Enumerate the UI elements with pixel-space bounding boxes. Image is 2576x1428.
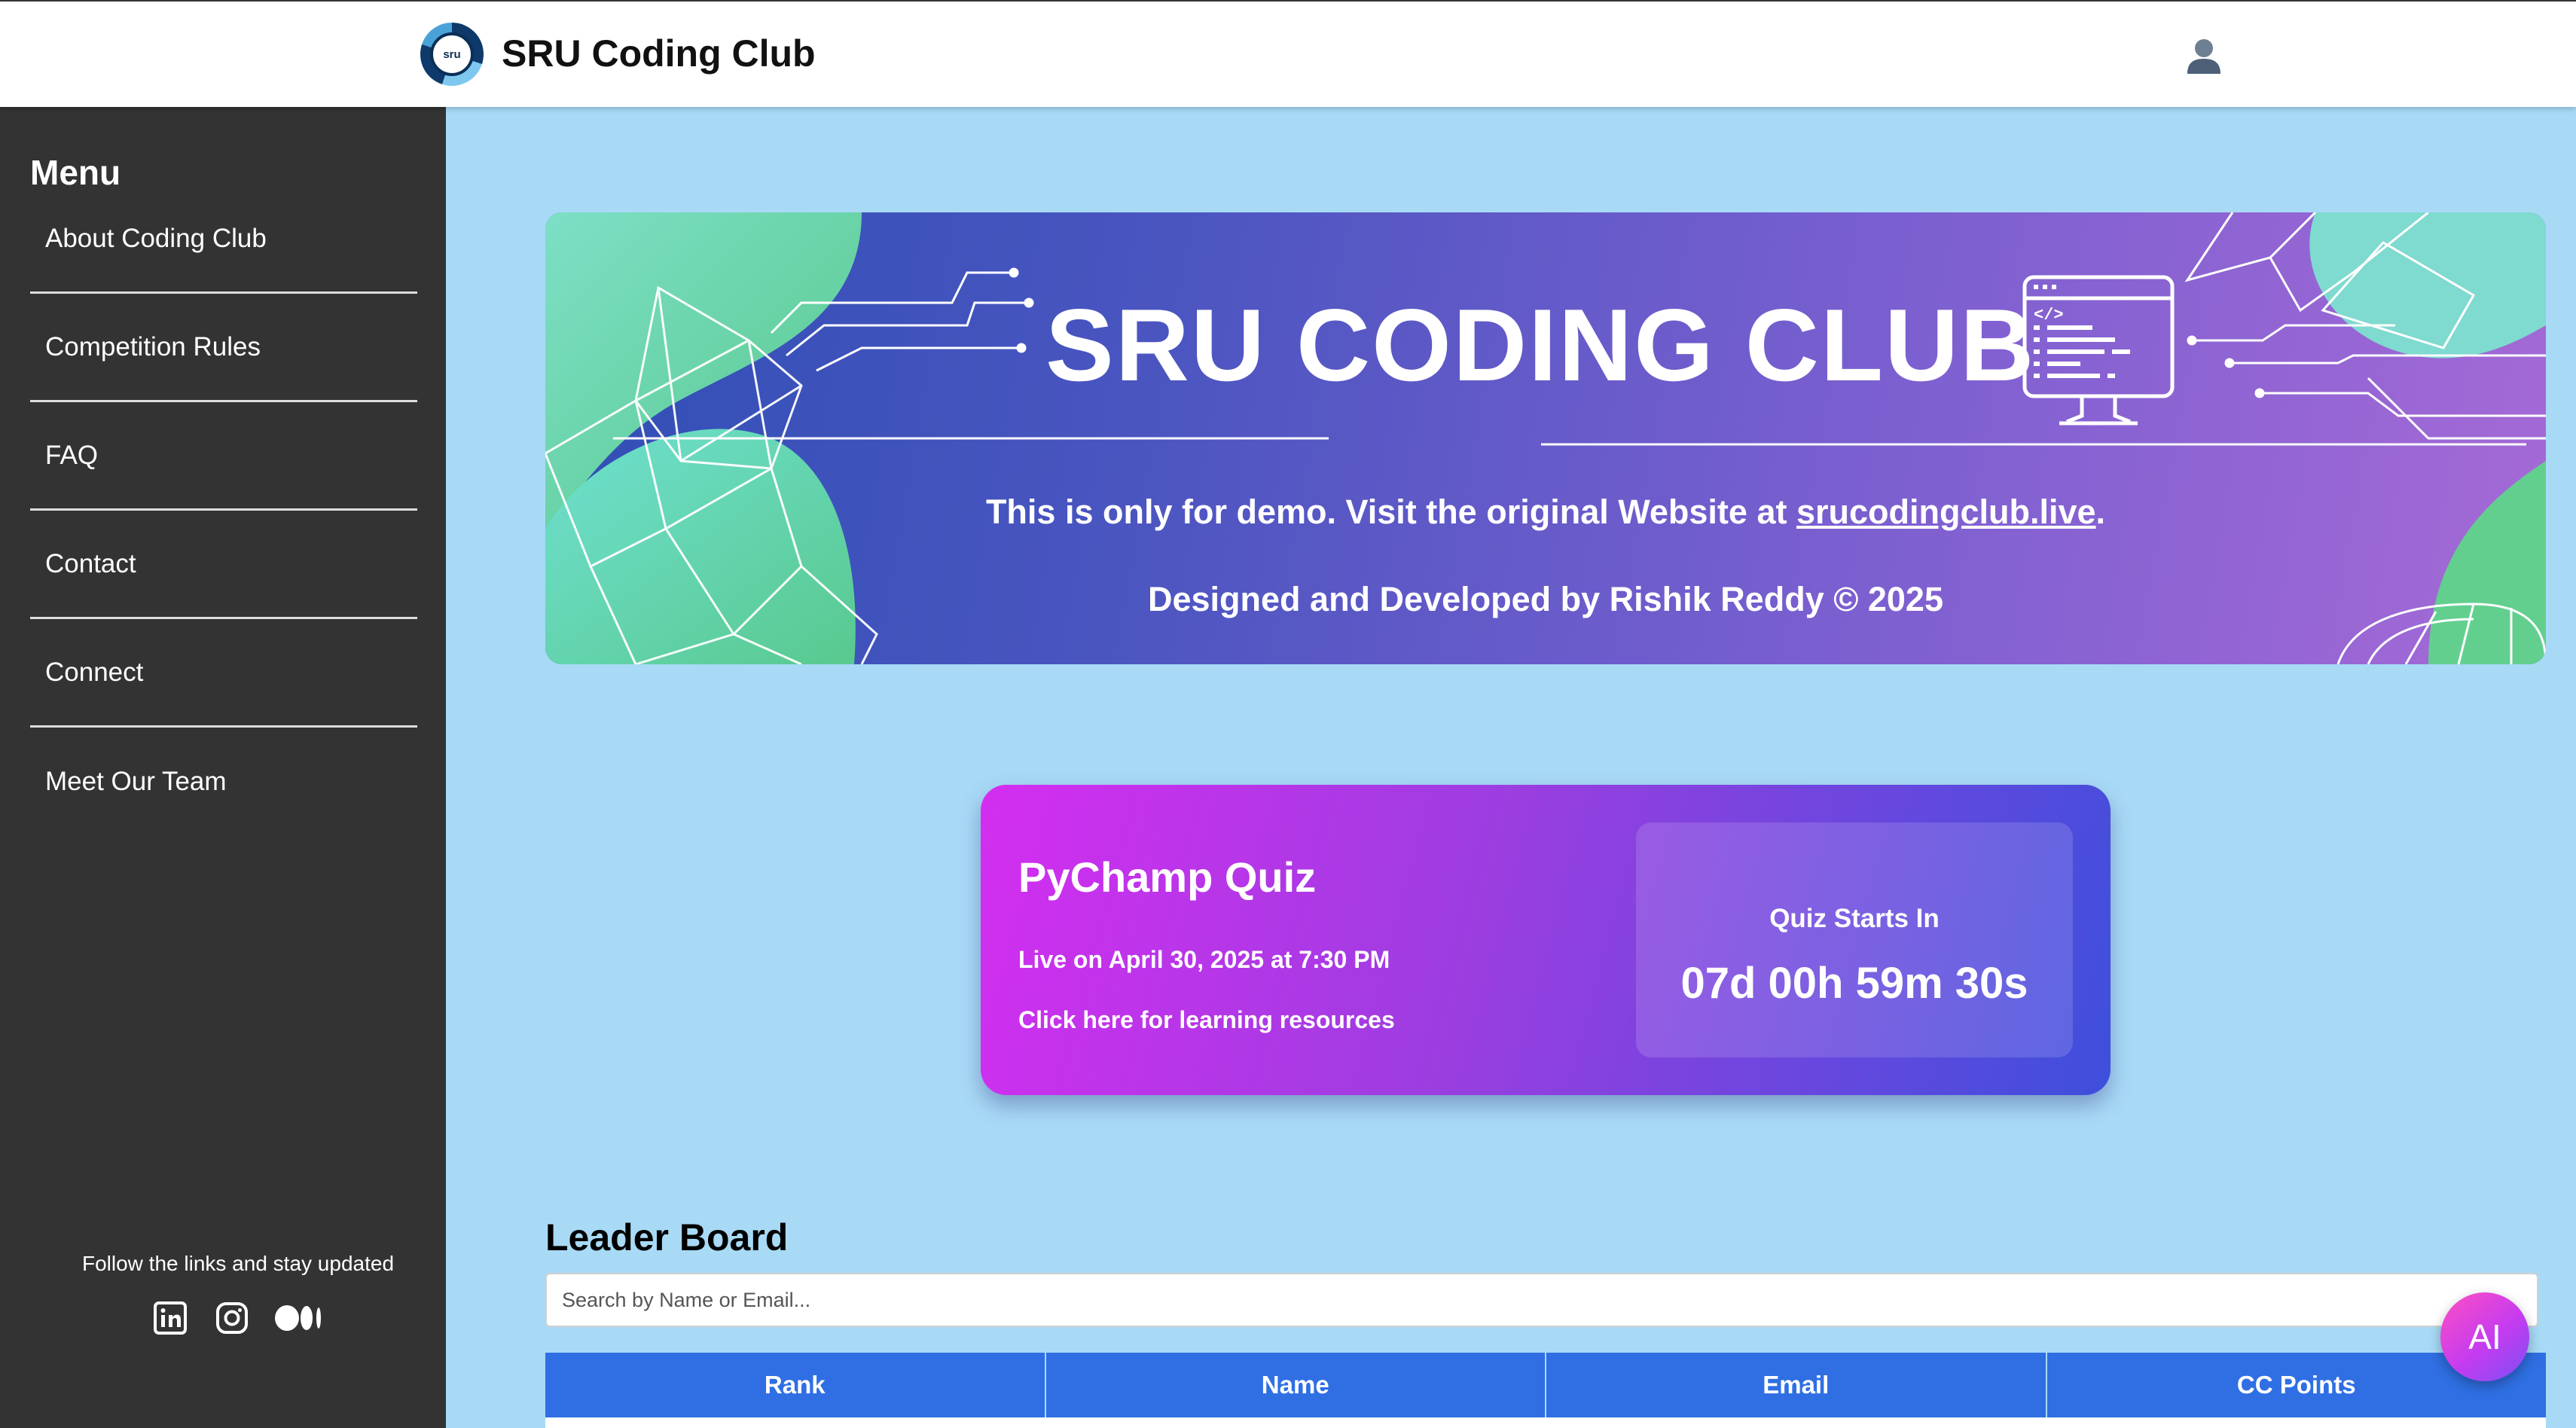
column-header-name[interactable]: Name bbox=[1045, 1353, 1546, 1417]
quiz-title: PyChamp Quiz bbox=[1018, 853, 1317, 901]
countdown-label: Quiz Starts In bbox=[1769, 904, 1940, 933]
original-website-link[interactable]: srucodingclub.live bbox=[1796, 493, 2096, 531]
logo-text: sru bbox=[430, 32, 474, 76]
banner-demo-text: This is only for demo. Visit the origina… bbox=[985, 493, 1796, 531]
banner-title: SRU CODING CLUB bbox=[1045, 288, 2036, 402]
sidebar-item-meet-our-team[interactable]: Meet Our Team bbox=[30, 728, 417, 836]
quiz-date: Live on April 30, 2025 at 7:30 PM bbox=[1018, 946, 1390, 973]
svg-text:</>: </> bbox=[2034, 306, 2064, 325]
leaderboard-title: Leader Board bbox=[545, 1216, 789, 1259]
column-header-rank[interactable]: Rank bbox=[545, 1353, 1046, 1417]
linkedin-icon[interactable] bbox=[151, 1298, 190, 1338]
table-row bbox=[545, 1417, 2546, 1428]
learning-resources-link[interactable]: Click here for learning resources bbox=[1018, 1006, 1395, 1034]
quiz-countdown: Quiz Starts In 07d 00h 59m 30s bbox=[1636, 822, 2073, 1057]
leaderboard-search-input[interactable] bbox=[545, 1273, 2538, 1327]
site-title[interactable]: SRU Coding Club bbox=[502, 32, 816, 75]
sidebar-item-connect[interactable]: Connect bbox=[30, 619, 417, 728]
sidebar-item-contact[interactable]: Contact bbox=[30, 511, 417, 619]
top-navbar: sru SRU Coding Club bbox=[0, 0, 2576, 107]
column-header-email[interactable]: Email bbox=[1546, 1353, 2047, 1417]
hero-banner: </> SRU CODING CLUB This is only for dem… bbox=[545, 212, 2546, 664]
follow-text: Follow the links and stay updated bbox=[81, 1252, 395, 1275]
user-icon[interactable] bbox=[2183, 35, 2225, 77]
quiz-card: PyChamp Quiz Live on April 30, 2025 at 7… bbox=[981, 785, 2111, 1095]
leaderboard-table-header: Rank Name Email CC Points bbox=[545, 1353, 2546, 1428]
instagram-icon[interactable] bbox=[212, 1298, 252, 1338]
sidebar-item-competition-rules[interactable]: Competition Rules bbox=[30, 294, 417, 402]
banner-credits: Designed and Developed by Rishik Reddy ©… bbox=[1148, 580, 1943, 618]
ai-assistant-button[interactable]: AI bbox=[2440, 1292, 2529, 1381]
medium-icon[interactable] bbox=[274, 1298, 324, 1338]
club-logo[interactable]: sru bbox=[420, 23, 484, 86]
sidebar-item-about[interactable]: About Coding Club bbox=[30, 185, 417, 294]
social-links bbox=[151, 1298, 324, 1338]
banner-demo-suffix: . bbox=[2095, 493, 2106, 531]
countdown-value: 07d 00h 59m 30s bbox=[1680, 959, 2028, 1008]
sidebar: Menu About Coding Club Competition Rules… bbox=[0, 107, 446, 1428]
banner-demo-notice: This is only for demo. Visit the origina… bbox=[545, 493, 2546, 532]
sidebar-item-faq[interactable]: FAQ bbox=[30, 402, 417, 511]
